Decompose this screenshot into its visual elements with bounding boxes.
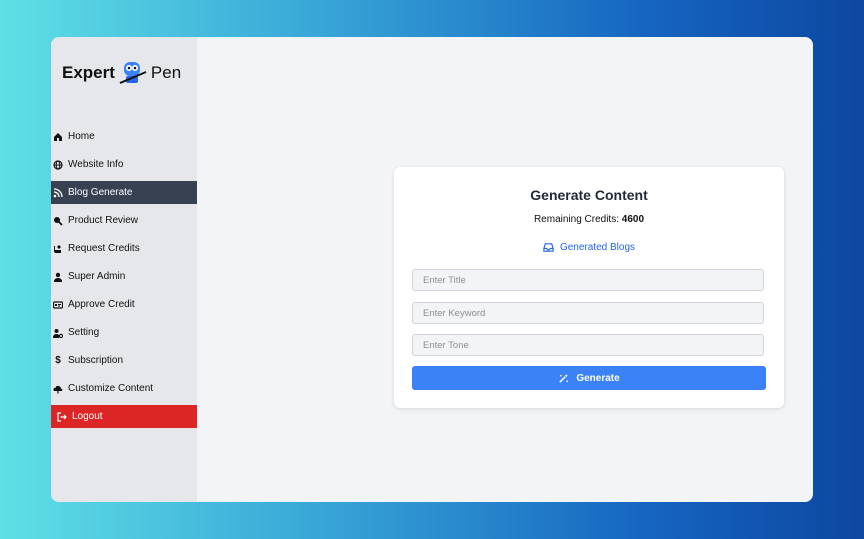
generate-content-card: Generate Content Remaining Credits: 4600… [394,167,784,408]
sidebar-item-website-info[interactable]: Website Info [51,153,197,176]
title-input[interactable] [412,269,764,291]
generate-label: Generate [576,372,620,384]
cloud-icon [53,384,63,394]
blog-icon [53,187,63,198]
sidebar-item-blog-generate[interactable]: Blog Generate [51,181,197,204]
sidebar-item-label: Request Credits [68,243,140,254]
remaining-credits: Remaining Credits: 4600 [394,214,784,225]
card-title: Generate Content [530,187,648,203]
generated-blogs-link[interactable]: Generated Blogs [394,242,784,253]
logo[interactable]: Expert Pen [62,59,181,87]
sidebar-item-label: Home [68,131,95,142]
logout-label: Logout [72,411,103,422]
sidebar-item-home[interactable]: Home [51,125,197,148]
robot-mascot-icon [119,62,147,84]
search-icon [53,216,63,226]
home-icon [53,132,63,142]
logo-text-pen: Pen [150,63,182,82]
sidebar-item-label: Setting [68,327,100,338]
keyword-input[interactable] [412,302,764,324]
sidebar-item-label: Subscription [68,355,124,366]
sidebar-nav: Home Website Info Blog Generate Product … [51,125,197,433]
sidebar-item-super-admin[interactable]: Super Admin [51,265,197,288]
sidebar-item-label: Approve Credit [68,299,135,310]
sidebar-item-approve-credit[interactable]: Approve Credit [51,293,197,316]
sidebar-item-subscription[interactable]: $ Subscription [51,349,197,372]
sidebar-item-setting[interactable]: Setting [51,321,197,344]
user-gear-icon [53,328,63,338]
inbox-icon [543,243,554,252]
sidebar-item-label: Blog Generate [68,187,133,198]
sidebar-item-label: Customize Content [68,383,154,394]
generated-blogs-label: Generated Blogs [559,242,636,253]
sidebar-item-request-credits[interactable]: Request Credits [51,237,197,260]
generate-button[interactable]: Generate [412,366,766,390]
credits-label: Remaining Credits: [533,214,619,225]
hand-icon [53,244,63,254]
user-icon [53,272,63,282]
credits-value: 4600 [621,214,645,225]
tone-input[interactable] [412,334,764,356]
app-window: Expert Pen Home Website Info Blog Genera… [51,37,813,502]
sidebar-item-label: Super Admin [68,271,126,282]
dollar-icon: $ [55,355,61,366]
logout-icon [57,411,67,422]
logout-button[interactable]: Logout [51,405,197,428]
sidebar-item-label: Website Info [68,159,124,170]
magic-wand-icon [559,373,569,383]
main-content: Generate Content Remaining Credits: 4600… [197,37,813,502]
logo-text-expert: Expert [62,63,115,82]
sidebar: Expert Pen Home Website Info Blog Genera… [51,37,197,502]
card-icon [53,300,63,310]
globe-icon [53,159,63,170]
sidebar-item-label: Product Review [68,215,139,226]
sidebar-item-product-review[interactable]: Product Review [51,209,197,232]
sidebar-item-customize-content[interactable]: Customize Content [51,377,197,400]
